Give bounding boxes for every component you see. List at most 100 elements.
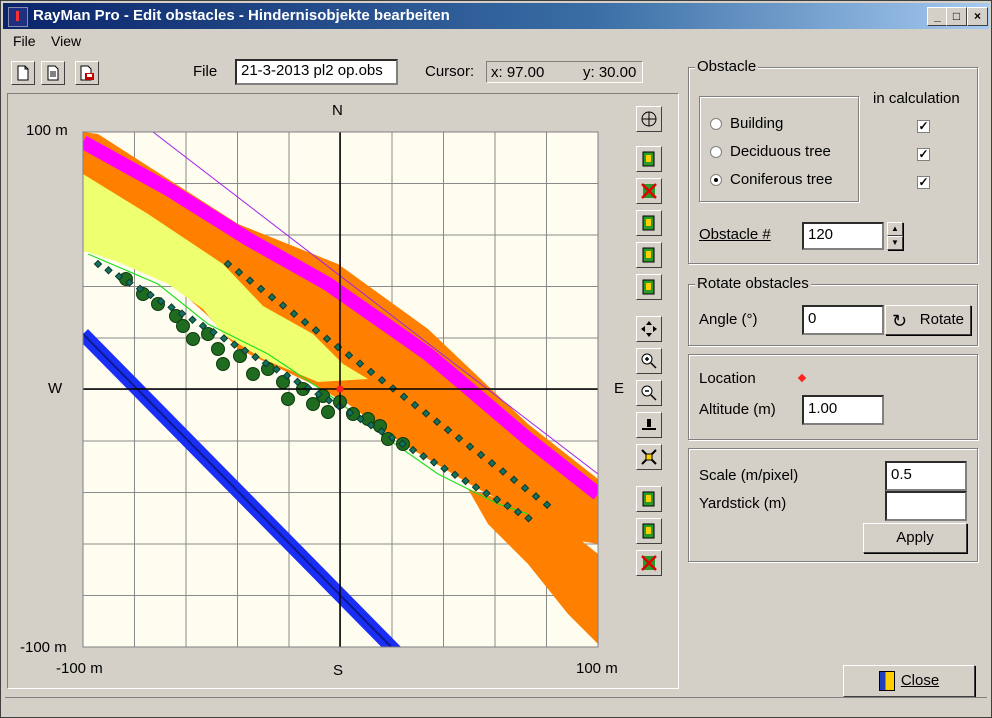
radio-coniferous-tree[interactable] [710,174,722,186]
maximize-icon: □ [952,9,961,23]
file-name-field[interactable]: 21-3-2013 pl2 op.obs [235,59,398,85]
deciduous-tree-marker[interactable] [216,357,230,371]
set-level-icon [642,419,656,430]
minimize-icon: _ [934,9,941,23]
rotate-group-title: Rotate obstacles [695,275,811,292]
coniferous-calc-checkbox[interactable]: ✓ [917,176,930,189]
zoom-out-icon [641,385,657,401]
x-right-label: 100 m [576,660,618,677]
angle-field[interactable]: 0 [802,305,884,335]
north-label: N [332,102,343,119]
delete-obstacle-button[interactable] [636,178,662,204]
menu-file[interactable]: File [13,33,36,49]
angle-label: Angle (°) [699,311,758,328]
new-file-icon [17,65,29,81]
apply-button[interactable]: Apply [863,523,967,553]
scale-group: Scale (m/pixel) 0.5 Yardstick (m) Apply [688,448,978,562]
fit-view-button[interactable] [636,444,662,470]
maximize-button[interactable]: □ [946,7,967,26]
close-button-label: Close [900,672,940,689]
close-window-button[interactable]: × [967,7,988,26]
deciduous-tree-marker[interactable] [176,319,190,333]
deciduous-tree-marker[interactable] [321,405,335,419]
deciduous-tree-marker[interactable] [281,392,295,406]
clear-obstacles-button[interactable] [636,550,662,576]
scale-label: Scale (m/pixel) [699,467,799,484]
add-obstacle-icon [642,151,655,167]
west-label: W [48,380,63,397]
delete-obstacle-icon [641,183,657,199]
deciduous-tree-marker[interactable] [246,367,260,381]
new-file-button[interactable] [11,61,35,85]
paste-obstacle-icon [642,247,655,263]
duplicate-obstacle-button[interactable] [636,274,662,300]
altitude-field[interactable]: 1.00 [802,395,884,425]
cursor-label: Cursor: [425,63,475,80]
rotate-button-label: Rotate [919,311,964,328]
deciduous-tree-label: Deciduous tree [730,143,831,160]
scale-field[interactable]: 0.5 [885,461,967,491]
copy-obstacle-icon [642,215,655,231]
set-level-button[interactable] [636,412,662,438]
close-button[interactable]: Close [843,665,975,697]
y-bottom-label: -100 m [20,639,67,656]
deciduous-tree-marker[interactable] [211,342,225,356]
building-label: Building [730,115,784,132]
in-calculation-label: in calculation [873,90,960,107]
altitude-label: Altitude (m) [699,401,776,418]
add-obstacle-button[interactable] [636,146,662,172]
app-icon [8,7,28,27]
zoom-in-button[interactable] [636,348,662,374]
cursor-x: x: 97.00 [491,64,545,81]
radio-building[interactable] [710,118,722,130]
title-bar[interactable]: RayMan Pro - Edit obstacles - Hinderniso… [3,3,989,29]
window-title: RayMan Pro - Edit obstacles - Hinderniso… [33,7,450,24]
copy-obstacle-button[interactable] [636,210,662,236]
building-calc-checkbox[interactable]: ✓ [917,120,930,133]
obstacle-type-box: Building Deciduous tree Coniferous tree [699,96,859,202]
plot-panel: N S W E 100 m -100 m -100 m 100 m [7,93,679,689]
location-marker-icon [797,373,807,383]
pan-button[interactable] [636,316,662,342]
fit-view-icon [641,449,657,465]
east-label: E [614,380,625,397]
export-obstacles-button[interactable] [636,518,662,544]
export-obstacles-icon [642,523,655,539]
location-group: Location Altitude (m) 1.00 [688,354,978,440]
coniferous-tree-label: Coniferous tree [730,171,833,188]
yardstick-field[interactable] [885,491,967,521]
import-obstacles-button[interactable] [636,486,662,512]
obstacle-number-field[interactable]: 120 [802,222,884,250]
obstacle-number-up[interactable]: ▲ [887,222,903,236]
minimize-button[interactable]: _ [927,7,948,26]
menu-view[interactable]: View [51,33,81,49]
radio-deciduous-tree[interactable] [710,146,722,158]
duplicate-obstacle-icon [642,279,655,295]
save-file-icon [80,65,94,81]
save-file-button[interactable] [75,61,99,85]
yardstick-label: Yardstick (m) [699,495,787,512]
cursor-y: y: 30.00 [583,64,637,81]
deciduous-calc-checkbox[interactable]: ✓ [917,148,930,161]
obstacle-group-title: Obstacle [695,58,759,75]
location-label: Location [699,370,756,387]
obstacle-number-label: Obstacle # [699,226,771,243]
import-obstacles-icon [642,491,655,507]
rotate-icon: ↻ [892,311,908,331]
center-view-button[interactable] [636,106,662,132]
rotate-button[interactable]: ↻ Rotate [885,305,971,335]
open-file-button[interactable] [41,61,65,85]
close-icon: × [973,9,981,23]
x-left-label: -100 m [56,660,103,677]
open-file-icon [47,65,59,81]
obstacle-number-down[interactable]: ▼ [887,236,903,250]
paste-obstacle-button[interactable] [636,242,662,268]
location-marker[interactable] [336,385,344,393]
deciduous-tree-marker[interactable] [186,332,200,346]
zoom-out-button[interactable] [636,380,662,406]
file-label: File [193,63,218,80]
obstacle-map[interactable] [8,94,678,688]
south-label: S [333,662,344,679]
obstacle-group: Obstacle in calculation Building Deciduo… [688,58,978,264]
rotate-group: Rotate obstacles Angle (°) 0 ↻ Rotate [688,275,978,346]
